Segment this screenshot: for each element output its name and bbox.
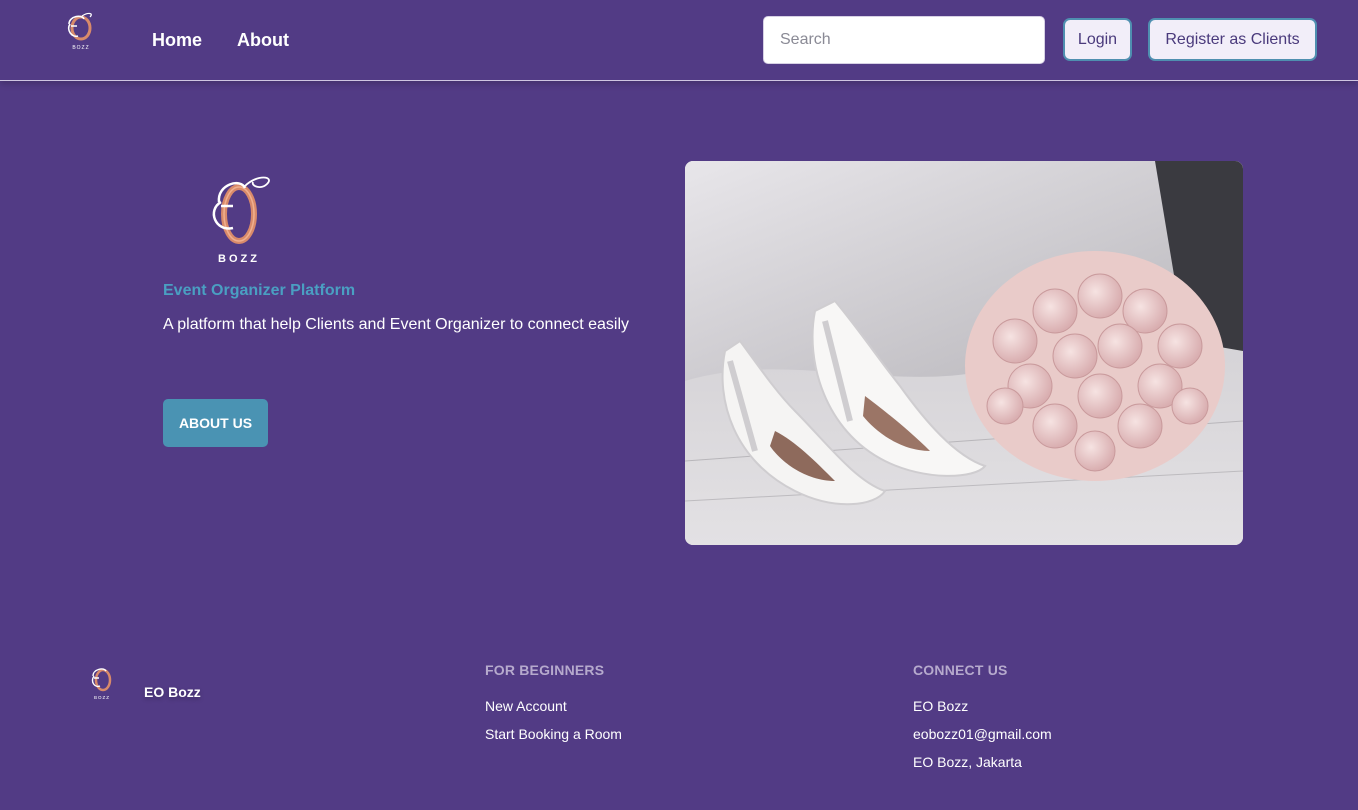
footer-connect-name[interactable]: EO Bozz: [913, 698, 968, 714]
footer-new-account-link[interactable]: New Account: [485, 698, 567, 714]
svg-text:BOZZ: BOZZ: [94, 695, 110, 700]
footer-start-booking-link[interactable]: Start Booking a Room: [485, 726, 622, 742]
svg-text:BOZZ: BOZZ: [218, 253, 260, 265]
hero-logo: BOZZ: [193, 170, 281, 266]
footer-beginners-heading: FOR BEGINNERS: [485, 662, 605, 678]
eo-logo-icon: BOZZ: [212, 176, 270, 265]
footer-connect-location[interactable]: EO Bozz, Jakarta: [913, 754, 1022, 770]
footer-connect-heading: CONNECT US: [913, 662, 1008, 678]
about-us-button[interactable]: ABOUT US: [163, 399, 268, 447]
hero-subtitle: Event Organizer Platform: [163, 282, 356, 299]
register-button[interactable]: Register as Clients: [1148, 18, 1317, 61]
hero-description: A platform that help Clients and Event O…: [163, 316, 630, 333]
eo-logo-icon: BOZZ: [67, 12, 92, 51]
hero-image: [685, 161, 1243, 545]
top-navbar: BOZZ Home About Login Register as Client…: [0, 0, 1358, 81]
footer-connect-email[interactable]: eobozz01@gmail.com: [913, 726, 1052, 742]
wedding-shoes-bouquet-photo: [685, 161, 1243, 545]
search-input[interactable]: [763, 16, 1045, 64]
nav-home-link[interactable]: Home: [152, 28, 202, 52]
nav-about-link[interactable]: About: [237, 28, 289, 52]
eo-logo-icon: BOZZ: [91, 668, 112, 700]
footer-brand-name: EO Bozz: [144, 684, 201, 700]
footer-logo[interactable]: BOZZ: [84, 663, 120, 701]
login-button[interactable]: Login: [1063, 18, 1132, 61]
brand-logo[interactable]: BOZZ: [60, 10, 102, 52]
svg-text:BOZZ: BOZZ: [72, 45, 89, 51]
